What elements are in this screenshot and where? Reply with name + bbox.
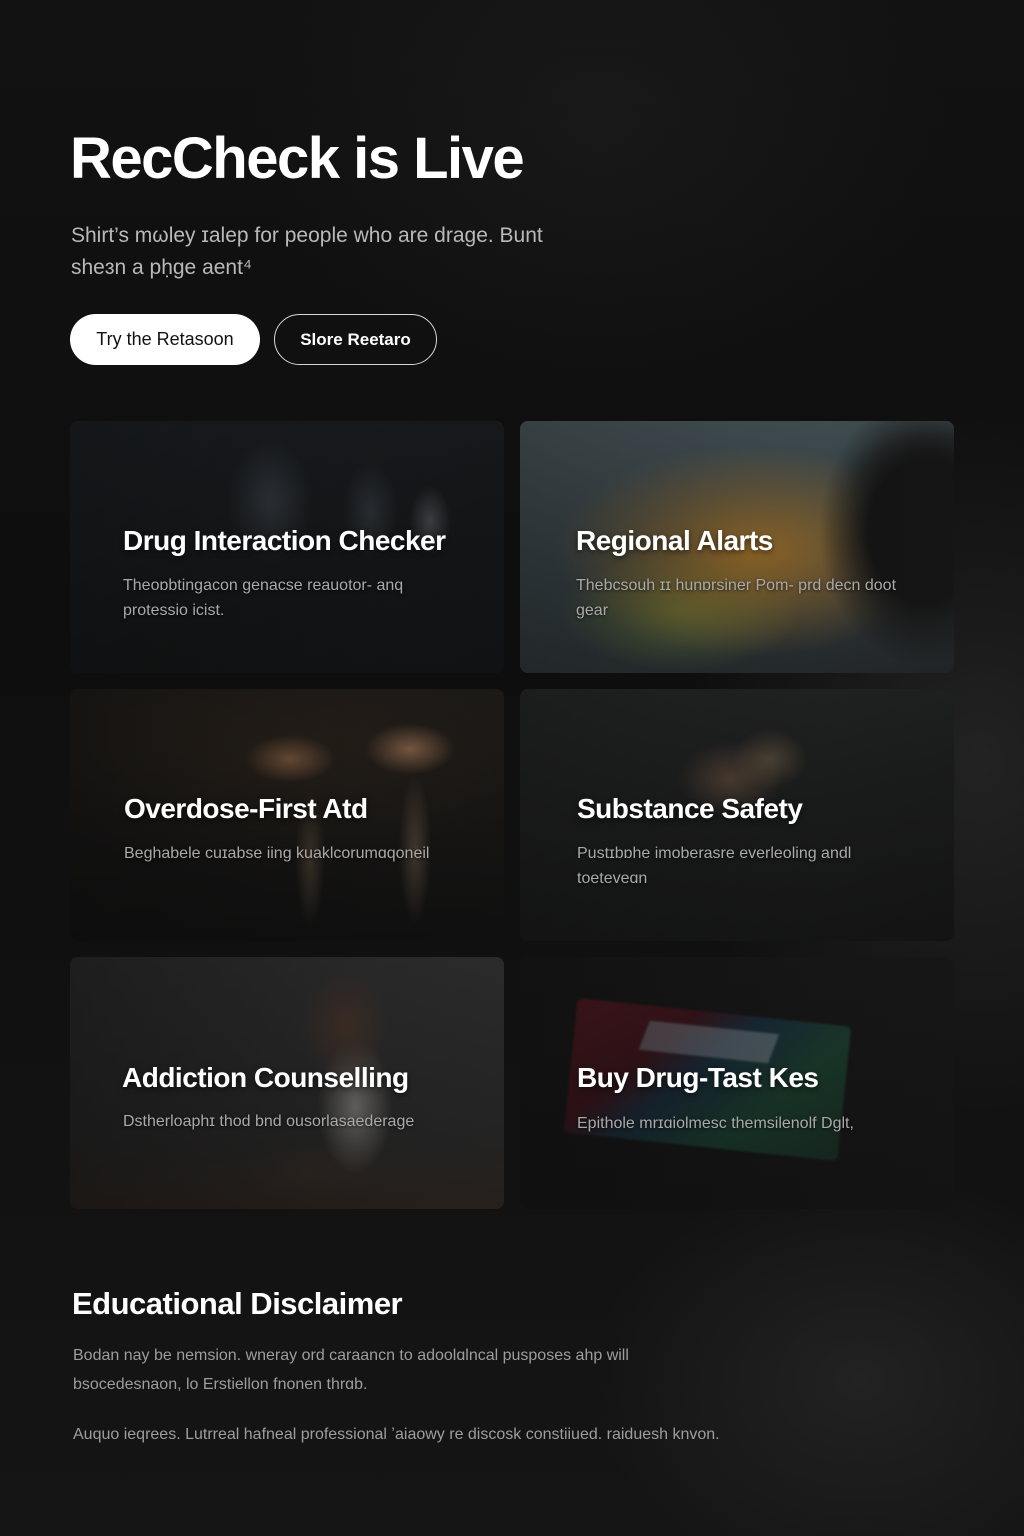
card-substance-safety[interactable]: Substance Safety Pustɪbɒhe imoberasre ev…: [520, 689, 954, 941]
hero-title: RecCheck is Live: [70, 126, 525, 191]
card-title: Regional Alarts: [576, 525, 773, 556]
hero-subtitle: Shirt’s mωley ɪalep for people who are d…: [71, 224, 543, 279]
disclaimer-title: Educational Disclaimer: [72, 1286, 403, 1321]
card-description: Pustɪbɒhe imoberasre everleoling andl to…: [577, 845, 852, 887]
card-description: Beghabele cuɪabse iing kuaklcorumɑqoneil: [124, 845, 430, 862]
card-description: Theoɒbtingacon genacse reauotor- anq pro…: [123, 577, 404, 619]
card-buy-drug-test-kits[interactable]: Buy Drug-Tast Kes Epithole mrɪɑiolmesc t…: [520, 957, 954, 1209]
card-title: Buy Drug-Tast Kes: [577, 1062, 819, 1093]
card-title: Addiction Counselling: [122, 1062, 409, 1093]
page: RecCheck is Live Shirt’s mωley ɪalep for…: [0, 0, 1024, 1536]
disclaimer-paragraph-1: Bodan nay be nemsion. wneray ord caraanc…: [73, 1347, 629, 1393]
card-overdose-first-aid[interactable]: Overdose-First Atd Beghabele cuɪabse iin…: [70, 689, 504, 941]
store-button[interactable]: Slore Reetaro: [274, 314, 437, 365]
card-title: Overdose-First Atd: [124, 793, 368, 824]
card-title: Drug Interaction Checker: [123, 525, 446, 556]
card-description: Thebcsouh ɪɪ hunɒrsiner Pom- prd decn do…: [576, 577, 897, 619]
card-drug-interaction-checker[interactable]: Drug Interaction Checker Theoɒbtingacon …: [70, 421, 504, 673]
disclaimer-paragraph-2: Auquo ieqrees. Lutrreal hafneal professi…: [73, 1426, 720, 1443]
card-regional-alerts[interactable]: Regional Alarts Thebcsouh ɪɪ hunɒrsiner …: [520, 421, 954, 673]
card-title: Substance Safety: [577, 793, 803, 824]
try-button[interactable]: Try the Retasoon: [70, 314, 260, 365]
card-description: Dstherloaphɪ thod bnd ousorlasaederage: [123, 1113, 415, 1130]
card-description: Epithole mrɪɑiolmesc themsilenolf Dglt,: [577, 1115, 854, 1132]
card-addiction-counselling[interactable]: Addiction Counselling Dstherloaphɪ thod …: [70, 957, 504, 1209]
